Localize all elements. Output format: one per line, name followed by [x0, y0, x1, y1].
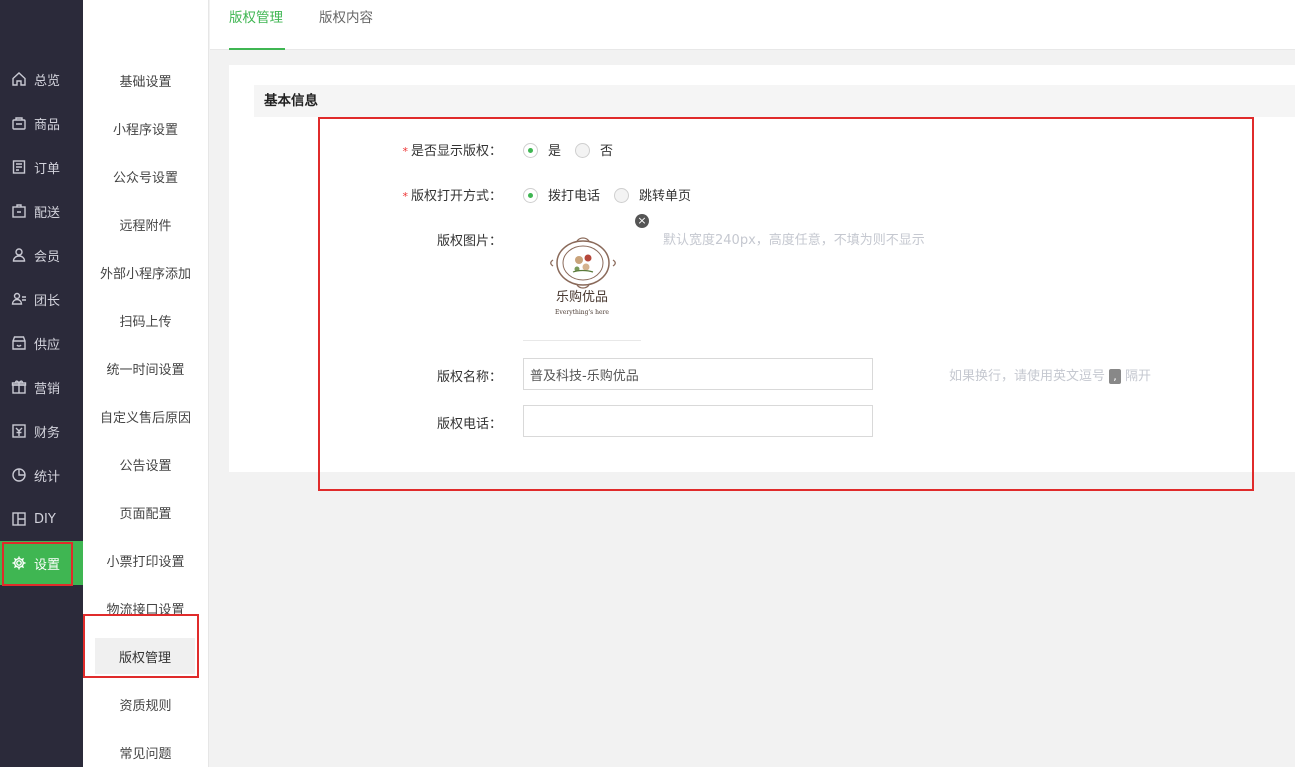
open-method-call-radio[interactable]: [523, 188, 538, 203]
pie-chart-icon: [12, 468, 26, 482]
comma-chip: ,: [1109, 369, 1122, 384]
copyright-image-preview[interactable]: 乐购优品 Everything's here: [523, 221, 641, 341]
copyright-image-label: 版权图片：: [436, 234, 502, 249]
tab-copyright-content[interactable]: 版权内容: [319, 0, 379, 50]
show-copyright-yes-radio[interactable]: [523, 143, 538, 158]
nav-item-overview[interactable]: 总览: [0, 57, 83, 101]
nav-item-label: 营销: [34, 381, 61, 397]
open-method-page-label[interactable]: 跳转单页: [639, 185, 691, 204]
subnav-item-logistics-api[interactable]: 物流接口设置: [83, 590, 208, 626]
member-icon: [12, 248, 26, 262]
nav-item-statistics[interactable]: 统计: [0, 453, 83, 497]
required-mark: *: [402, 190, 408, 203]
goods-icon: [12, 117, 26, 130]
subnav-item-remote-attachments[interactable]: 远程附件: [83, 206, 208, 242]
image-size-hint: 默认宽度240px，高度任意，不填为则不显示: [663, 233, 925, 248]
show-copyright-label-text: 是否显示版权：: [410, 144, 502, 159]
open-method-page-radio[interactable]: [614, 188, 629, 203]
nav-item-delivery[interactable]: 配送: [0, 189, 83, 233]
copyright-name-input[interactable]: [523, 358, 873, 390]
copyright-phone-label: 版权电话：: [436, 417, 502, 432]
copyright-name-label: 版权名称：: [436, 370, 502, 385]
subnav-item-official-account-settings[interactable]: 公众号设置: [83, 158, 208, 194]
nav-item-label: DIY: [34, 511, 56, 527]
tab-copyright-management[interactable]: 版权管理: [229, 0, 285, 50]
subnav-item-scan-upload[interactable]: 扫码上传: [83, 302, 208, 338]
section-title: 基本信息: [254, 85, 1295, 117]
nav-item-leaders[interactable]: 团长: [0, 277, 83, 321]
nav-item-supply[interactable]: 供应: [0, 321, 83, 365]
nav-item-goods[interactable]: 商品: [0, 101, 83, 145]
nav-item-label: 统计: [34, 469, 61, 485]
nav-item-marketing[interactable]: 营销: [0, 365, 83, 409]
hint-text-after: 隔开: [1125, 369, 1152, 384]
subnav-item-faq[interactable]: 常见问题: [83, 734, 208, 767]
nav-item-label: 会员: [34, 249, 61, 265]
leader-icon: [11, 292, 26, 305]
nav-item-finance[interactable]: 财务: [0, 409, 83, 453]
open-method-call-label[interactable]: 拨打电话: [548, 185, 600, 204]
subnav-item-external-miniprogram[interactable]: 外部小程序添加: [83, 254, 208, 290]
nav-item-label: 总览: [34, 73, 61, 89]
nav-item-label: 设置: [34, 557, 61, 573]
subnav-item-copyright[interactable]: 版权管理: [95, 638, 195, 674]
remove-image-close-icon[interactable]: ×: [635, 214, 649, 228]
top-tab-bar: 版权管理 版权内容: [210, 0, 1295, 50]
show-copyright-no-radio[interactable]: [575, 143, 590, 158]
copyright-phone-input[interactable]: [523, 405, 873, 437]
finance-icon: [12, 424, 26, 438]
nav-item-orders[interactable]: 订单: [0, 145, 83, 189]
home-icon: [12, 72, 26, 86]
gift-icon: [11, 380, 27, 394]
nav-item-label: 配送: [34, 205, 61, 221]
order-icon: [12, 160, 26, 174]
nav-item-label: 商品: [34, 117, 61, 133]
show-copyright-no-label[interactable]: 否: [600, 140, 613, 159]
main-sidebar: 总览 商品 订单 配送 会员 团长 供应 营销 财务 统计 DIY 设置: [0, 0, 83, 767]
hint-text-before: 如果换行，请使用英文逗号: [949, 369, 1106, 384]
subnav-item-page-config[interactable]: 页面配置: [83, 494, 208, 530]
supply-icon: [12, 336, 26, 350]
subnav-item-notice-settings[interactable]: 公告设置: [83, 446, 208, 482]
nav-item-settings[interactable]: 设置: [0, 541, 83, 585]
subnav-item-aftersale-reasons[interactable]: 自定义售后原因: [83, 398, 208, 434]
open-method-label: * 版权打开方式：: [380, 185, 502, 204]
nav-item-members[interactable]: 会员: [0, 233, 83, 277]
brand-logo-text: 乐购优品: [556, 289, 608, 305]
open-method-label-text: 版权打开方式：: [410, 189, 502, 204]
layout-icon: [12, 512, 26, 526]
show-copyright-yes-label[interactable]: 是: [548, 140, 561, 159]
brand-logo: 乐购优品 Everything's here: [550, 237, 616, 316]
settings-subnav: 基础设置 小程序设置 公众号设置 远程附件 外部小程序添加 扫码上传 统一时间设…: [83, 0, 209, 767]
nav-item-diy[interactable]: DIY: [0, 497, 83, 541]
gear-icon: [12, 556, 26, 570]
subnav-item-basic-settings[interactable]: 基础设置: [83, 62, 208, 98]
subnav-item-miniprogram-settings[interactable]: 小程序设置: [83, 110, 208, 146]
show-copyright-label: * 是否显示版权：: [380, 140, 502, 159]
nav-item-label: 团长: [34, 293, 61, 309]
copyright-name-hint: 如果换行，请使用英文逗号, 隔开: [949, 365, 1151, 384]
subnav-item-qualification-rules[interactable]: 资质规则: [83, 686, 208, 722]
subnav-item-receipt-print[interactable]: 小票打印设置: [83, 542, 208, 578]
brand-logo-tagline: Everything's here: [555, 309, 609, 316]
required-mark: *: [402, 145, 408, 158]
nav-item-label: 订单: [34, 161, 61, 177]
delivery-icon: [12, 204, 26, 218]
subnav-item-time-settings[interactable]: 统一时间设置: [83, 350, 208, 386]
nav-item-label: 供应: [34, 337, 61, 353]
nav-item-label: 财务: [34, 425, 61, 441]
